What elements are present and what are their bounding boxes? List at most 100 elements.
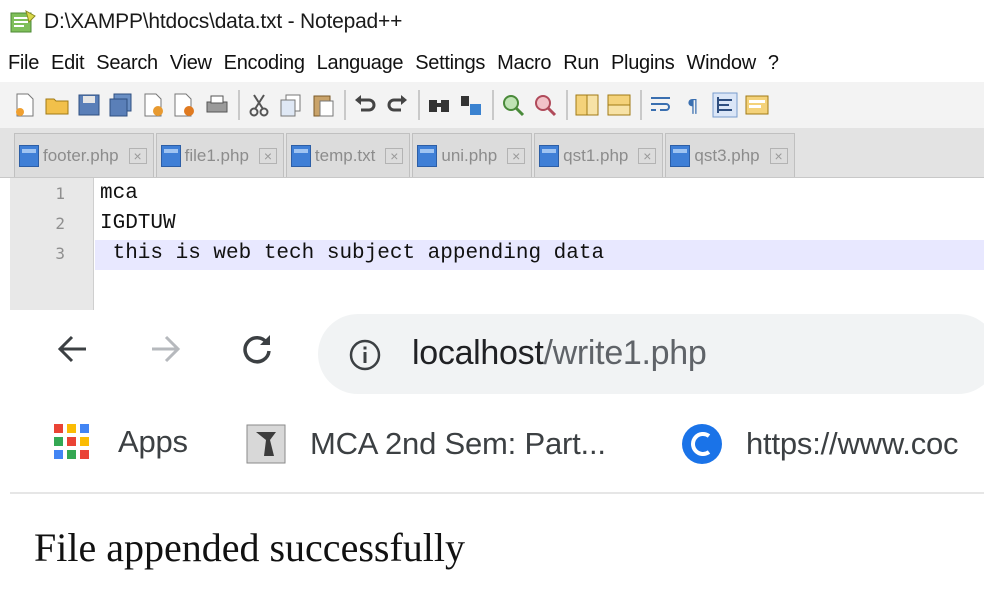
editor-area[interactable]: 1 2 3 mca IGDTUW this is web tech subjec… bbox=[0, 178, 984, 310]
close-all-icon[interactable] bbox=[172, 92, 198, 118]
saved-file-icon bbox=[539, 144, 560, 167]
close-icon[interactable]: × bbox=[638, 147, 657, 164]
user-language-icon[interactable] bbox=[744, 92, 770, 118]
tab-footer-php[interactable]: footer.php × bbox=[14, 133, 154, 177]
code-line[interactable]: IGDTUW bbox=[100, 212, 176, 235]
toolbar-separator bbox=[492, 90, 494, 120]
tab-qst3-php[interactable]: qst3.php × bbox=[665, 133, 795, 177]
menu-window[interactable]: Window bbox=[687, 52, 757, 75]
back-button[interactable] bbox=[48, 324, 98, 374]
tab-label: uni.php bbox=[441, 145, 498, 165]
svg-text:¶: ¶ bbox=[687, 96, 698, 117]
tab-uni-php[interactable]: uni.php × bbox=[412, 133, 533, 177]
menu-help[interactable]: ? bbox=[768, 52, 779, 75]
tab-label: temp.txt bbox=[314, 145, 376, 165]
open-folder-icon[interactable] bbox=[44, 92, 70, 118]
notepadpp-window: D:\XAMPP\htdocs\data.txt - Notepad++ Fil… bbox=[0, 0, 984, 310]
menu-view[interactable]: View bbox=[170, 52, 212, 75]
tab-temp-txt[interactable]: temp.txt × bbox=[285, 133, 411, 177]
new-file-icon[interactable] bbox=[12, 92, 38, 118]
menu-edit[interactable]: Edit bbox=[51, 52, 85, 75]
menu-encoding[interactable]: Encoding bbox=[224, 52, 305, 75]
line-number: 2 bbox=[55, 214, 65, 233]
menu-file[interactable]: File bbox=[8, 52, 39, 75]
bookmark-mca-2nd-sem[interactable]: MCA 2nd Sem: Part... bbox=[244, 422, 606, 466]
find-icon[interactable] bbox=[426, 92, 452, 118]
close-icon[interactable]: × bbox=[258, 147, 277, 164]
code-line[interactable]: this is web tech subject appending data bbox=[100, 242, 605, 265]
saved-file-icon bbox=[670, 144, 691, 167]
saved-file-icon bbox=[19, 144, 39, 167]
bookmark-page-icon bbox=[246, 424, 286, 464]
back-arrow-icon bbox=[57, 335, 86, 363]
notepadpp-app-icon bbox=[10, 9, 36, 34]
show-all-chars-icon[interactable]: ¶ bbox=[680, 92, 706, 118]
tab-file1-php[interactable]: file1.php × bbox=[155, 133, 284, 177]
close-icon[interactable]: × bbox=[507, 147, 526, 164]
bookmark-label: https://www.coc bbox=[746, 426, 959, 461]
address-bar[interactable]: localhost/write1.php bbox=[318, 314, 984, 394]
toolbar-separator bbox=[640, 90, 642, 120]
browser-window: localhost/write1.php Apps MCA 2nd Sem: P… bbox=[0, 310, 984, 608]
bookmark-url[interactable]: https://www.coc bbox=[680, 422, 959, 466]
toolbar: ¶ bbox=[0, 82, 984, 128]
toolbar-separator bbox=[344, 90, 346, 120]
tab-label: file1.php bbox=[184, 145, 249, 165]
tab-qst1-php[interactable]: qst1.php × bbox=[534, 133, 664, 177]
line-number: 1 bbox=[55, 184, 65, 203]
indent-guide-icon[interactable] bbox=[712, 92, 738, 118]
url-host: localhost bbox=[412, 334, 544, 372]
zoom-in-icon[interactable] bbox=[500, 92, 526, 118]
menu-run[interactable]: Run bbox=[563, 52, 599, 75]
menu-macro[interactable]: Macro bbox=[497, 52, 551, 75]
save-icon[interactable] bbox=[76, 92, 102, 118]
line-number: 3 bbox=[55, 244, 65, 263]
menu-bar: File Edit Search View Encoding Language … bbox=[0, 44, 984, 82]
close-icon[interactable]: × bbox=[769, 147, 788, 164]
sync-horizontal-icon[interactable] bbox=[606, 92, 632, 118]
copy-icon[interactable] bbox=[278, 92, 304, 118]
forward-button[interactable] bbox=[140, 324, 190, 374]
menu-plugins[interactable]: Plugins bbox=[611, 52, 675, 75]
url-path: /write1.php bbox=[543, 334, 707, 372]
menu-language[interactable]: Language bbox=[317, 52, 404, 75]
forward-arrow-icon bbox=[152, 335, 181, 363]
cut-icon[interactable] bbox=[246, 92, 272, 118]
close-icon[interactable]: × bbox=[128, 147, 147, 164]
paste-icon[interactable] bbox=[310, 92, 336, 118]
apps-grid-icon bbox=[54, 424, 89, 459]
window-title: D:\XAMPP\htdocs\data.txt - Notepad++ bbox=[44, 10, 403, 33]
save-all-icon[interactable] bbox=[108, 92, 134, 118]
tab-bar: footer.php × file1.php × temp.txt × uni.… bbox=[0, 128, 984, 178]
menu-settings[interactable]: Settings bbox=[415, 52, 485, 75]
address-url[interactable]: localhost/write1.php bbox=[412, 334, 707, 373]
replace-icon[interactable] bbox=[458, 92, 484, 118]
bookmarks-divider bbox=[10, 492, 984, 494]
menu-search[interactable]: Search bbox=[96, 52, 158, 75]
toolbar-separator bbox=[418, 90, 420, 120]
saved-file-icon bbox=[417, 144, 438, 167]
close-file-icon[interactable] bbox=[140, 92, 166, 118]
bookmark-label: Apps bbox=[118, 424, 188, 459]
redo-icon[interactable] bbox=[384, 92, 410, 118]
bookmarks-bar: Apps MCA 2nd Sem: Part... https://www.co… bbox=[0, 410, 984, 474]
page-message: File appended successfully bbox=[34, 525, 465, 570]
toolbar-separator bbox=[566, 90, 568, 120]
saved-file-icon bbox=[290, 144, 311, 167]
reload-icon bbox=[243, 335, 271, 364]
print-icon[interactable] bbox=[204, 92, 230, 118]
browser-toolbar: localhost/write1.php bbox=[0, 310, 984, 398]
circle-c-icon bbox=[682, 424, 722, 464]
bookmark-label: MCA 2nd Sem: Part... bbox=[310, 426, 606, 461]
saved-file-icon bbox=[160, 144, 181, 167]
close-icon[interactable]: × bbox=[385, 147, 404, 164]
code-line[interactable]: mca bbox=[100, 182, 138, 205]
word-wrap-icon[interactable] bbox=[648, 92, 674, 118]
zoom-out-icon[interactable] bbox=[532, 92, 558, 118]
sync-vertical-icon[interactable] bbox=[574, 92, 600, 118]
undo-icon[interactable] bbox=[352, 92, 378, 118]
info-icon[interactable] bbox=[348, 338, 382, 372]
tab-label: qst1.php bbox=[563, 145, 629, 165]
bookmark-apps[interactable]: Apps bbox=[52, 422, 188, 462]
reload-button[interactable] bbox=[232, 324, 282, 374]
